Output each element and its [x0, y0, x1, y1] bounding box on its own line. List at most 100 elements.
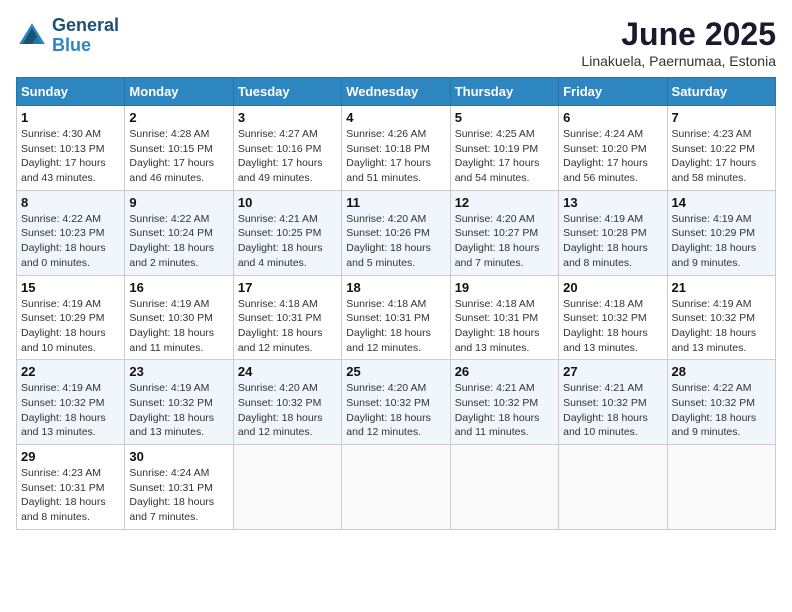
calendar: SundayMondayTuesdayWednesdayThursdayFrid…: [16, 77, 776, 530]
table-row: 29 Sunrise: 4:23 AM Sunset: 10:31 PM Dayl…: [17, 445, 125, 530]
table-row: 6Sunrise: 4:24 AM Sunset: 10:20 PM Dayli…: [559, 106, 667, 191]
table-row: 2Sunrise: 4:28 AM Sunset: 10:15 PM Dayli…: [125, 106, 233, 191]
day-info: Sunrise: 4:18 AM Sunset: 10:31 PM Daylig…: [346, 297, 445, 356]
day-number: 28: [672, 364, 771, 379]
table-row: 1 Sunrise: 4:30 AM Sunset: 10:13 PM Dayli…: [17, 106, 125, 191]
title-area: June 2025 Linakuela, Paernumaa, Estonia: [581, 16, 776, 69]
day-info: Sunrise: 4:18 AM Sunset: 10:31 PM Daylig…: [238, 297, 337, 356]
table-row: 19Sunrise: 4:18 AM Sunset: 10:31 PM Dayl…: [450, 275, 558, 360]
table-row: 9 Sunrise: 4:22 AM Sunset: 10:24 PM Dayli…: [125, 190, 233, 275]
logo-icon: [16, 20, 48, 52]
table-row: 15 Sunrise: 4:19 AM Sunset: 10:29 PM Dayl…: [17, 275, 125, 360]
table-row: 18 Sunrise: 4:18 AM Sunset: 10:31 PM Dayl…: [342, 275, 450, 360]
day-info: Sunrise: 4:22 AM Sunset: 10:23 PM Daylig…: [21, 212, 120, 271]
day-number: 18: [346, 280, 445, 295]
day-number: 6: [563, 110, 662, 125]
table-row: 30Sunrise: 4:24 AM Sunset: 10:31 PM Dayl…: [125, 445, 233, 530]
day-number: 26: [455, 364, 554, 379]
day-number: 7: [672, 110, 771, 125]
day-info: Sunrise: 4:20 AM Sunset: 10:32 PM Daylig…: [238, 381, 337, 440]
month-title: June 2025: [581, 16, 776, 53]
table-row: [450, 445, 558, 530]
table-row: 8 Sunrise: 4:22 AM Sunset: 10:23 PM Dayli…: [17, 190, 125, 275]
location-title: Linakuela, Paernumaa, Estonia: [581, 53, 776, 69]
day-info: Sunrise: 4:19 AM Sunset: 10:32 PM Daylig…: [672, 297, 771, 356]
logo-text: General Blue: [52, 16, 119, 56]
table-row: 14 Sunrise: 4:19 AM Sunset: 10:29 PM Dayl…: [667, 190, 775, 275]
table-row: 16 Sunrise: 4:19 AM Sunset: 10:30 PM Dayl…: [125, 275, 233, 360]
table-row: 13Sunrise: 4:19 AM Sunset: 10:28 PM Dayl…: [559, 190, 667, 275]
header-tuesday: Tuesday: [233, 78, 341, 106]
table-row: 26 Sunrise: 4:21 AM Sunset: 10:32 PM Dayl…: [450, 360, 558, 445]
table-row: 10 Sunrise: 4:21 AM Sunset: 10:25 PM Dayl…: [233, 190, 341, 275]
day-info: Sunrise: 4:19 AM Sunset: 10:29 PM Daylig…: [672, 212, 771, 271]
table-row: 22 Sunrise: 4:19 AM Sunset: 10:32 PM Dayl…: [17, 360, 125, 445]
table-row: 23 Sunrise: 4:19 AM Sunset: 10:32 PM Dayl…: [125, 360, 233, 445]
day-number: 16: [129, 280, 228, 295]
table-row: [559, 445, 667, 530]
week-row-5: 29 Sunrise: 4:23 AM Sunset: 10:31 PM Dayl…: [17, 445, 776, 530]
day-number: 27: [563, 364, 662, 379]
day-info: Sunrise: 4:18 AM Sunset: 10:31 PM Daylig…: [455, 297, 554, 356]
week-row-4: 22 Sunrise: 4:19 AM Sunset: 10:32 PM Dayl…: [17, 360, 776, 445]
day-info: Sunrise: 4:20 AM Sunset: 10:27 PM Daylig…: [455, 212, 554, 271]
logo-line2: Blue: [52, 36, 119, 56]
header-saturday: Saturday: [667, 78, 775, 106]
day-info: Sunrise: 4:21 AM Sunset: 10:32 PM Daylig…: [563, 381, 662, 440]
week-row-2: 8 Sunrise: 4:22 AM Sunset: 10:23 PM Dayli…: [17, 190, 776, 275]
week-row-1: 1 Sunrise: 4:30 AM Sunset: 10:13 PM Dayli…: [17, 106, 776, 191]
table-row: 5Sunrise: 4:25 AM Sunset: 10:19 PM Dayli…: [450, 106, 558, 191]
header-monday: Monday: [125, 78, 233, 106]
table-row: 11Sunrise: 4:20 AM Sunset: 10:26 PM Dayl…: [342, 190, 450, 275]
day-info: Sunrise: 4:21 AM Sunset: 10:32 PM Daylig…: [455, 381, 554, 440]
day-number: 10: [238, 195, 337, 210]
table-row: [667, 445, 775, 530]
day-number: 25: [346, 364, 445, 379]
logo: General Blue: [16, 16, 119, 56]
table-row: [342, 445, 450, 530]
day-number: 21: [672, 280, 771, 295]
table-row: 24 Sunrise: 4:20 AM Sunset: 10:32 PM Dayl…: [233, 360, 341, 445]
header-sunday: Sunday: [17, 78, 125, 106]
day-info: Sunrise: 4:23 AM Sunset: 10:22 PM Daylig…: [672, 127, 771, 186]
day-info: Sunrise: 4:22 AM Sunset: 10:24 PM Daylig…: [129, 212, 228, 271]
day-info: Sunrise: 4:19 AM Sunset: 10:28 PM Daylig…: [563, 212, 662, 271]
day-info: Sunrise: 4:26 AM Sunset: 10:18 PM Daylig…: [346, 127, 445, 186]
day-number: 8: [21, 195, 120, 210]
table-row: 7 Sunrise: 4:23 AM Sunset: 10:22 PM Dayli…: [667, 106, 775, 191]
table-row: 21 Sunrise: 4:19 AM Sunset: 10:32 PM Dayl…: [667, 275, 775, 360]
day-number: 14: [672, 195, 771, 210]
day-info: Sunrise: 4:30 AM Sunset: 10:13 PM Daylig…: [21, 127, 120, 186]
day-number: 15: [21, 280, 120, 295]
header-thursday: Thursday: [450, 78, 558, 106]
day-info: Sunrise: 4:19 AM Sunset: 10:32 PM Daylig…: [129, 381, 228, 440]
day-number: 17: [238, 280, 337, 295]
table-row: 3Sunrise: 4:27 AM Sunset: 10:16 PM Dayli…: [233, 106, 341, 191]
header-friday: Friday: [559, 78, 667, 106]
day-number: 9: [129, 195, 228, 210]
day-info: Sunrise: 4:21 AM Sunset: 10:25 PM Daylig…: [238, 212, 337, 271]
table-row: 12 Sunrise: 4:20 AM Sunset: 10:27 PM Dayl…: [450, 190, 558, 275]
day-info: Sunrise: 4:19 AM Sunset: 10:32 PM Daylig…: [21, 381, 120, 440]
day-number: 11: [346, 195, 445, 210]
day-number: 23: [129, 364, 228, 379]
day-number: 4: [346, 110, 445, 125]
day-info: Sunrise: 4:20 AM Sunset: 10:32 PM Daylig…: [346, 381, 445, 440]
day-number: 29: [21, 449, 120, 464]
day-info: Sunrise: 4:19 AM Sunset: 10:30 PM Daylig…: [129, 297, 228, 356]
table-row: 25 Sunrise: 4:20 AM Sunset: 10:32 PM Dayl…: [342, 360, 450, 445]
table-row: 20Sunrise: 4:18 AM Sunset: 10:32 PM Dayl…: [559, 275, 667, 360]
day-number: 12: [455, 195, 554, 210]
day-number: 20: [563, 280, 662, 295]
table-row: 17 Sunrise: 4:18 AM Sunset: 10:31 PM Dayl…: [233, 275, 341, 360]
logo-line1: General: [52, 16, 119, 36]
table-row: 28Sunrise: 4:22 AM Sunset: 10:32 PM Dayl…: [667, 360, 775, 445]
day-info: Sunrise: 4:23 AM Sunset: 10:31 PM Daylig…: [21, 466, 120, 525]
day-number: 3: [238, 110, 337, 125]
calendar-header-row: SundayMondayTuesdayWednesdayThursdayFrid…: [17, 78, 776, 106]
day-info: Sunrise: 4:19 AM Sunset: 10:29 PM Daylig…: [21, 297, 120, 356]
week-row-3: 15 Sunrise: 4:19 AM Sunset: 10:29 PM Dayl…: [17, 275, 776, 360]
day-number: 1: [21, 110, 120, 125]
day-number: 24: [238, 364, 337, 379]
day-number: 22: [21, 364, 120, 379]
